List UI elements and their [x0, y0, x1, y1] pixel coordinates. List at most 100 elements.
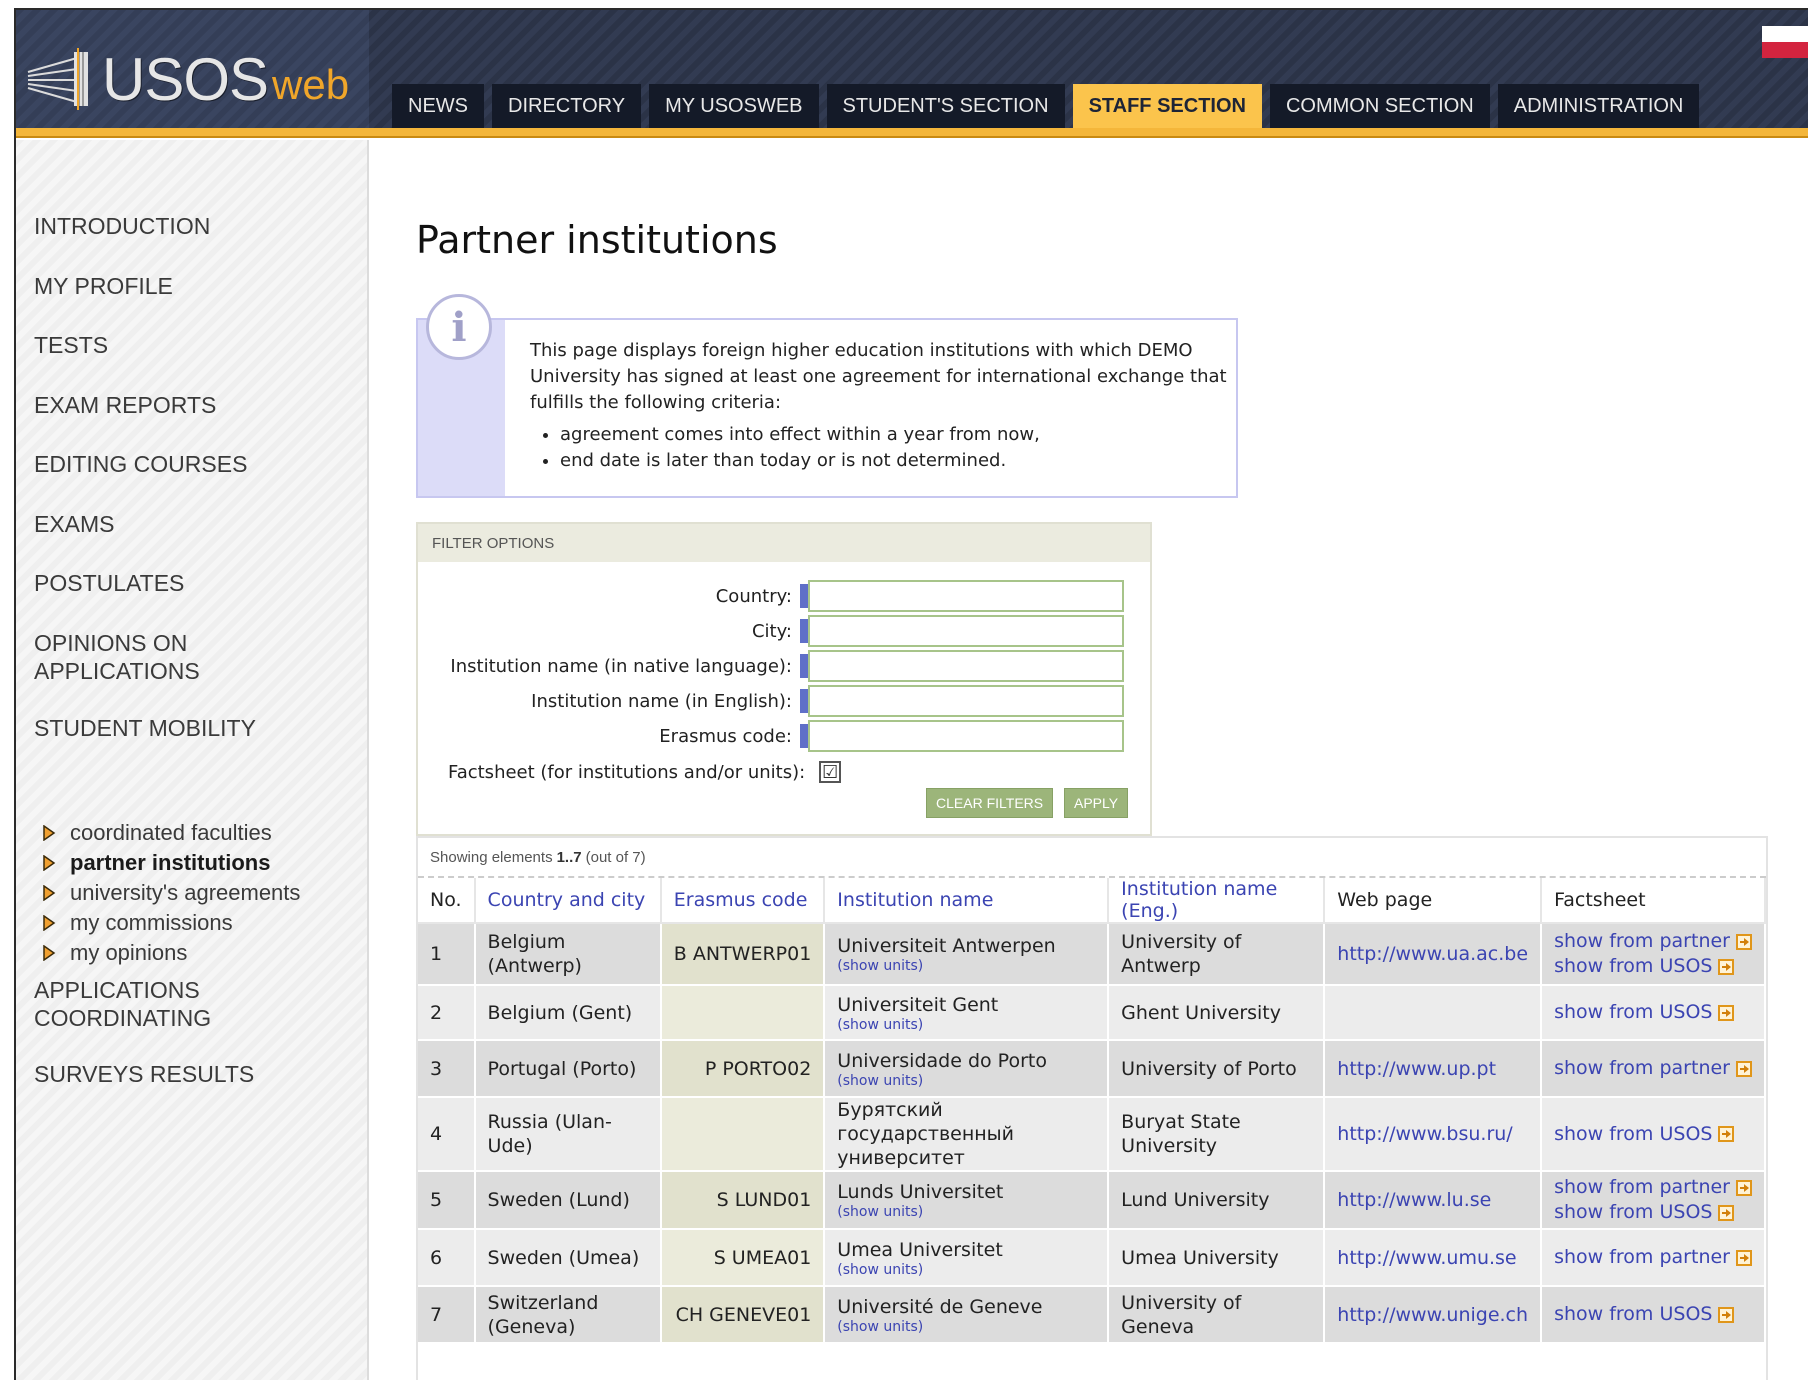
web-page-link[interactable]: http://www.ua.ac.be: [1337, 943, 1528, 965]
factsheet-link-label: show from partner: [1554, 1246, 1730, 1268]
tab-directory[interactable]: DIRECTORY: [492, 84, 642, 128]
web-page-link[interactable]: http://www.up.pt: [1337, 1058, 1496, 1080]
sidebar-item-surveys-results[interactable]: SURVEYS RESULTS: [34, 1060, 334, 1088]
native-name-input[interactable]: [808, 650, 1124, 682]
results-count: Showing elements 1..7 (out of 7): [418, 838, 1766, 878]
cell-no: 6: [418, 1229, 476, 1287]
sidebar-subitem-label: partner institutions: [70, 850, 271, 875]
cell-no: 5: [418, 1171, 476, 1230]
factsheet-link[interactable]: show from USOS: [1554, 1122, 1752, 1147]
cell-erasmus-code: S LUND01: [660, 1171, 826, 1230]
sidebar-subitem-my-commissions[interactable]: my commissions: [42, 908, 300, 938]
flag-icon[interactable]: [1762, 26, 1808, 58]
tab-my-usosweb[interactable]: MY USOSWEB: [649, 84, 819, 128]
institution-name: Universidade do Porto: [837, 1049, 1047, 1072]
arrow-right-icon: [43, 825, 56, 841]
logo-text: USOS: [102, 46, 269, 113]
external-link-icon: [1718, 1306, 1735, 1323]
show-units-link[interactable]: (show units): [837, 1204, 1095, 1220]
factsheet-link[interactable]: show from partner: [1554, 1245, 1752, 1270]
city-input[interactable]: [808, 615, 1124, 647]
sidebar-subitem-label: my opinions: [70, 940, 188, 965]
apply-button[interactable]: APPLY: [1064, 788, 1129, 818]
sidebar-subitem-universitys-agreements[interactable]: university's agreements: [42, 878, 300, 908]
arrow-right-icon: [43, 915, 56, 931]
factsheet-link[interactable]: show from partner: [1554, 1056, 1752, 1081]
tab-administration[interactable]: ADMINISTRATION: [1497, 84, 1700, 128]
info-criterion: end date is later than today or is not d…: [560, 448, 1230, 474]
column-header-institution-name[interactable]: Institution name: [824, 878, 1110, 924]
sidebar-subitem-coordinated-faculties[interactable]: coordinated faculties: [42, 818, 300, 848]
show-units-link[interactable]: (show units): [837, 1319, 1095, 1335]
filter-panel: FILTER OPTIONS Country: i City: i Instit…: [416, 522, 1152, 836]
arrow-right-icon: [43, 945, 56, 961]
results-panel: Showing elements 1..7 (out of 7) No. Cou…: [416, 836, 1768, 1380]
cell-institution-name: Бурятский государственный университет: [824, 1097, 1110, 1172]
cell-institution-name-eng: Lund University: [1108, 1171, 1326, 1230]
info-text: This page displays foreign higher educat…: [530, 338, 1230, 474]
sidebar-item-tests[interactable]: TESTS: [34, 331, 334, 359]
factsheet-link[interactable]: show from USOS: [1554, 1200, 1752, 1225]
sidebar-item-introduction[interactable]: INTRODUCTION: [34, 212, 334, 240]
country-input[interactable]: [808, 580, 1124, 612]
cell-institution-name: Université de Geneve (show units): [824, 1286, 1110, 1344]
sidebar-item-my-profile[interactable]: MY PROFILE: [34, 272, 334, 300]
external-link-icon: [1736, 1249, 1752, 1266]
cell-no: 2: [418, 985, 476, 1041]
info-criterion: agreement comes into effect within a yea…: [560, 422, 1230, 448]
column-header-erasmus-code[interactable]: Erasmus code: [660, 878, 826, 924]
show-units-link[interactable]: (show units): [837, 1073, 1095, 1089]
sidebar-subitem-label: my commissions: [70, 910, 233, 935]
cell-erasmus-code: [660, 1097, 826, 1172]
sidebar-item-applications-coordinating[interactable]: APPLICATIONS COORDINATING: [34, 976, 234, 1032]
show-units-link[interactable]: (show units): [837, 958, 1095, 974]
main-content: Partner institutions i This page display…: [371, 140, 1808, 1380]
factsheet-link-label: show from USOS: [1554, 955, 1713, 977]
usos-logo[interactable]: USOS web: [24, 30, 349, 110]
factsheet-link[interactable]: show from partner: [1554, 929, 1752, 954]
cell-institution-name: Lunds Universitet (show units): [824, 1171, 1110, 1230]
tab-news[interactable]: NEWS: [392, 84, 484, 128]
tab-students-section[interactable]: STUDENT'S SECTION: [826, 84, 1065, 128]
cell-factsheet: show from partner show from USOS: [1541, 1171, 1766, 1230]
external-link-icon: [1718, 1004, 1735, 1021]
filter-row-native-name: Institution name (in native language): i: [450, 650, 824, 682]
sidebar-item-postulates[interactable]: POSTULATES: [34, 569, 334, 597]
factsheet-link[interactable]: show from USOS: [1554, 954, 1752, 979]
sidebar-item-editing-courses[interactable]: EDITING COURSES: [34, 450, 334, 478]
clear-filters-button[interactable]: CLEAR FILTERS: [926, 788, 1054, 818]
tab-common-section[interactable]: COMMON SECTION: [1269, 84, 1490, 128]
column-header-institution-name-eng[interactable]: Institution name (Eng.): [1108, 878, 1326, 924]
show-units-link[interactable]: (show units): [837, 1262, 1095, 1278]
sidebar-item-student-mobility[interactable]: STUDENT MOBILITY: [34, 714, 334, 742]
show-units-link[interactable]: (show units): [837, 1017, 1095, 1033]
english-name-input[interactable]: [808, 685, 1124, 717]
web-page-link[interactable]: http://www.umu.se: [1337, 1247, 1516, 1269]
column-header-country-city[interactable]: Country and city: [474, 878, 662, 924]
cell-institution-name-eng: University of Antwerp: [1108, 923, 1326, 986]
header-accent-bar: [16, 128, 1808, 138]
cell-factsheet: show from partner: [1541, 1040, 1766, 1098]
factsheet-link-label: show from USOS: [1554, 1201, 1713, 1223]
factsheet-link[interactable]: show from USOS: [1554, 1302, 1752, 1327]
cell-erasmus-code: P PORTO02: [660, 1040, 826, 1098]
external-link-icon: [1718, 1126, 1735, 1142]
tab-staff-section[interactable]: STAFF SECTION: [1072, 84, 1262, 128]
column-header-factsheet: Factsheet: [1541, 878, 1766, 924]
web-page-link[interactable]: http://www.lu.se: [1337, 1189, 1491, 1211]
cell-country-city: Portugal (Porto): [474, 1040, 662, 1098]
cell-web-page: http://www.umu.se: [1324, 1229, 1543, 1287]
sidebar-subitem-my-opinions[interactable]: my opinions: [42, 938, 300, 968]
sidebar-item-opinions-on-applications[interactable]: OPINIONS ON APPLICATIONS: [34, 629, 234, 685]
sidebar-item-exam-reports[interactable]: EXAM REPORTS: [34, 391, 334, 419]
filter-label: Factsheet (for institutions and/or units…: [448, 761, 806, 783]
web-page-link[interactable]: http://www.bsu.ru/: [1337, 1123, 1512, 1145]
factsheet-checkbox[interactable]: ☑: [819, 761, 842, 783]
factsheet-link[interactable]: show from partner: [1554, 1175, 1752, 1200]
sidebar-subitem-partner-institutions[interactable]: partner institutions: [42, 848, 300, 878]
institution-name: Lunds Universitet: [837, 1181, 1004, 1203]
erasmus-code-input[interactable]: [808, 720, 1124, 752]
factsheet-link[interactable]: show from USOS: [1554, 1000, 1752, 1025]
web-page-link[interactable]: http://www.unige.ch: [1337, 1304, 1528, 1326]
sidebar-item-exams[interactable]: EXAMS: [34, 510, 334, 538]
